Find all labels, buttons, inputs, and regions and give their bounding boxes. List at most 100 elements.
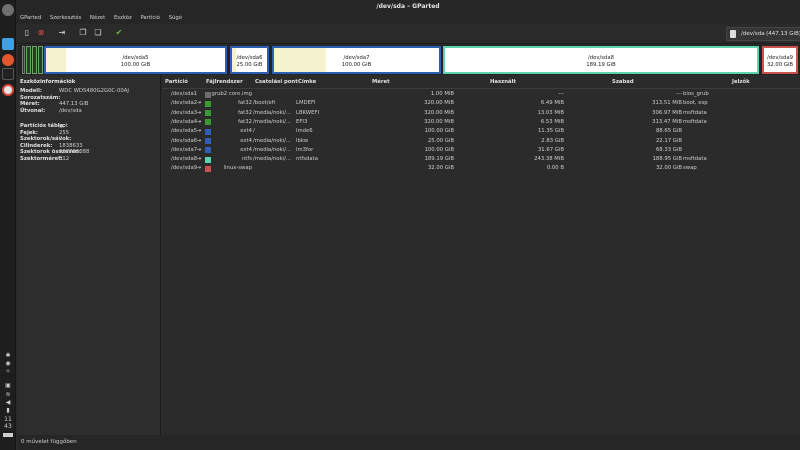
fs-color-swatch — [205, 165, 211, 172]
table-row[interactable]: /dev/sda5 ➔ ext4/ lmde6 100.00 GiB 11.35 GiB 8… — [162, 127, 800, 136]
disk-seg-sda1[interactable] — [22, 46, 25, 74]
menu-edit[interactable]: Szerkesztés — [46, 13, 84, 24]
col-flags[interactable]: Jelzők — [732, 75, 750, 89]
menu-device[interactable]: Eszköz — [110, 13, 135, 24]
cell-partition: /dev/sda4 — [171, 118, 198, 125]
device-selector[interactable]: /dev/sda (447.13 GiB) ▼ — [726, 27, 800, 41]
key-icon: ➔ — [197, 165, 202, 172]
fs-color-swatch — [205, 110, 211, 117]
menu-help[interactable]: Súgó — [165, 13, 185, 24]
disk-seg-sda3[interactable] — [32, 46, 37, 74]
key-icon: ➔ — [197, 128, 202, 135]
table-row[interactable]: /dev/sda1 grub2 core.img 1.00 MiB --- --- bio… — [162, 90, 800, 99]
seg-name: /dev/sda5 — [122, 55, 149, 61]
network-icon[interactable]: ◉ — [4, 360, 12, 367]
disk-seg-sda5[interactable]: /dev/sda5 100.00 GiB — [44, 46, 227, 74]
info-value: 1838633 — [59, 142, 83, 149]
gparted-icon[interactable] — [2, 84, 14, 96]
fs-color-swatch — [205, 147, 211, 154]
menu-view[interactable]: Nézet — [86, 13, 108, 24]
disk-seg-sda8[interactable]: /dev/sda8 189.19 GiB — [443, 46, 759, 74]
cell-size: 32.00 GiB — [427, 165, 454, 172]
info-key: Modell: — [20, 88, 43, 94]
col-used[interactable]: Használt — [490, 75, 516, 89]
col-partition[interactable]: Partíció — [165, 75, 188, 89]
table-row[interactable]: /dev/sda7 ➔ ext4/media/noki/... lm3for 100.0… — [162, 146, 800, 155]
disk-seg-sda7[interactable]: /dev/sda7 100.00 GiB — [272, 46, 441, 74]
keyboard-icon[interactable]: ▣ — [4, 382, 12, 389]
cell-mountpoint: / — [253, 128, 255, 135]
col-size[interactable]: Méret — [372, 75, 390, 89]
seg-size: 25.00 GiB — [236, 62, 263, 68]
toolbar: ▯ ⊗ ⇥ ❐ ❏ ✔ /dev/sda (447.13 GiB) ▼ — [16, 24, 800, 44]
cell-filesystem: ntfs — [241, 156, 252, 163]
terminal-icon[interactable] — [2, 68, 14, 80]
disk-seg-sda6[interactable]: /dev/sda6 25.00 GiB — [230, 46, 269, 74]
cell-mountpoint: /media/noki/... — [253, 137, 292, 144]
cell-label: lm3for — [296, 146, 314, 153]
info-key: Sorozatszám: — [20, 94, 61, 101]
fs-color-swatch — [205, 128, 211, 135]
table-row[interactable]: /dev/sda8 ➔ ntfs/media/noki/... ntfsdata 189… — [162, 155, 800, 164]
cell-mountpoint: /media/noki/... — [253, 146, 292, 153]
cell-label: lbkw — [296, 137, 309, 144]
info-key: Fejek: — [20, 129, 39, 136]
resize-icon[interactable]: ⇥ — [57, 28, 67, 38]
col-mountpoint[interactable]: Csatolási pont — [255, 75, 298, 89]
menu-gparted[interactable]: GParted — [16, 13, 44, 24]
cell-filesystem: ext4 — [240, 128, 252, 135]
cell-used: 2.83 GiB — [541, 137, 564, 144]
info-key: Méret: — [20, 101, 40, 108]
key-icon: ➔ — [197, 100, 202, 107]
copy-icon[interactable]: ❐ — [78, 28, 88, 38]
info-value: 255 — [59, 129, 70, 136]
key-icon: ➔ — [197, 137, 202, 144]
menu-partition[interactable]: Partíció — [136, 13, 163, 24]
table-row[interactable]: /dev/sda3 ➔ fat32/media/noki/... LBKWEFI 320… — [162, 109, 800, 118]
table-row[interactable]: /dev/sda2 ➔ fat32/boot/efi LMDEFI 320.00 MiB… — [162, 99, 800, 108]
cell-used: 6.53 MiB — [540, 118, 564, 125]
paste-icon[interactable]: ❏ — [93, 28, 103, 38]
col-filesystem[interactable]: Fájlrendszer — [206, 75, 243, 89]
cell-used: 6.49 MiB — [540, 100, 564, 107]
cell-partition: /dev/sda7 — [171, 146, 198, 153]
volume-icon[interactable]: ◀ — [4, 399, 12, 406]
key-icon: ➔ — [197, 109, 202, 116]
info-key: Cilinderek: — [20, 142, 53, 149]
workspace-indicator[interactable] — [3, 433, 13, 437]
window-title: /dev/sda – GParted — [16, 0, 800, 13]
new-icon[interactable]: ▯ — [22, 28, 32, 38]
cell-label: EFI3 — [296, 118, 308, 125]
clock-hour: 11 — [4, 416, 12, 423]
files-icon[interactable] — [2, 38, 14, 50]
col-label[interactable]: Címke — [298, 75, 316, 89]
table-row[interactable]: /dev/sda9 ➔ linux-swap 32.00 GiB 0.00 B 32.00… — [162, 164, 800, 173]
disk-seg-sda4[interactable] — [38, 46, 43, 74]
bluetooth-icon[interactable]: ✱ — [4, 352, 12, 359]
menu-bar: GParted Szerkesztés Nézet Eszköz Partíci… — [16, 13, 800, 24]
apply-icon[interactable]: ✔ — [114, 28, 124, 38]
cell-free: 32.00 GiB — [655, 165, 682, 172]
wifi-icon[interactable]: ≋ — [4, 391, 12, 398]
cell-size: 100.00 GiB — [424, 128, 454, 135]
cell-label: LMDEFI — [296, 100, 316, 107]
col-free[interactable]: Szabad — [612, 75, 634, 89]
battery-icon[interactable]: ▮ — [4, 407, 12, 414]
cell-used: 31.67 GiB — [537, 146, 564, 153]
seg-name: /dev/sda6 — [236, 55, 263, 61]
info-value: gpt — [59, 123, 68, 129]
key-icon: ➔ — [197, 146, 202, 153]
ubuntu-icon[interactable] — [2, 54, 14, 66]
pin-icon[interactable]: ✧ — [4, 368, 12, 375]
menu-icon[interactable] — [2, 4, 14, 16]
device-info-panel: Eszközinformációk Modell: WDC WDS480G2G0C… — [18, 75, 161, 435]
seg-name: /dev/sda7 — [343, 55, 370, 61]
cell-size: 1.00 MiB — [430, 91, 454, 97]
table-row[interactable]: /dev/sda6 ➔ ext4/media/noki/... lbkw 25.00 G… — [162, 137, 800, 146]
table-row[interactable]: /dev/sda4 ➔ fat32/media/noki/... EFI3 320.00… — [162, 118, 800, 127]
disk-seg-sda2[interactable] — [26, 46, 31, 74]
delete-icon[interactable]: ⊗ — [36, 28, 46, 38]
disk-seg-sda9[interactable]: /dev/sda9 32.00 GiB — [762, 46, 798, 74]
fs-color-swatch — [205, 138, 211, 144]
fs-color-swatch — [205, 119, 211, 126]
